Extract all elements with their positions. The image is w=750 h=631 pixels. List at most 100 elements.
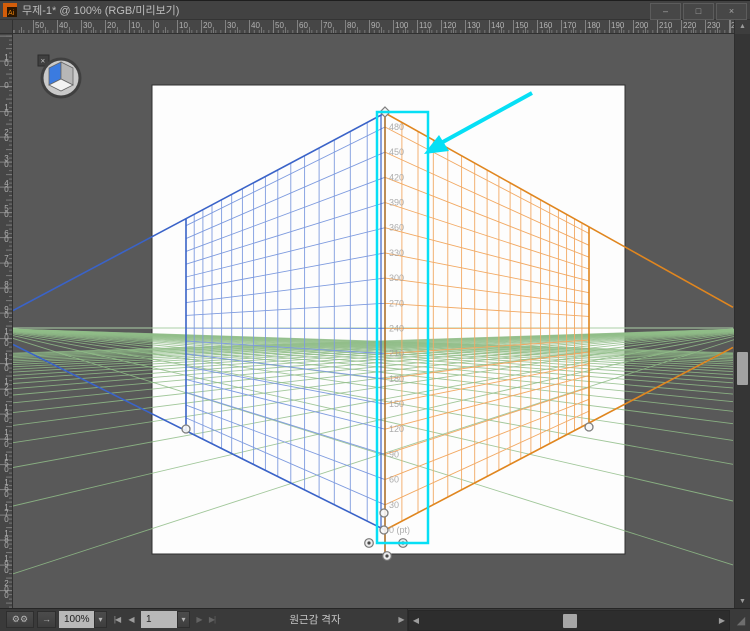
close-button[interactable]: × (716, 3, 747, 20)
grid-handle[interactable] (584, 422, 594, 432)
ruler-label: 50 (275, 21, 284, 30)
minimize-button[interactable]: – (650, 3, 681, 20)
app-icon: Ai (3, 3, 17, 17)
ruler-label: 230 (707, 21, 721, 30)
canvas[interactable]: 480 450 420 390 360 330 300 270 240 210 180 150 120 9… (13, 34, 734, 608)
ruler-label: 90 (4, 304, 9, 320)
measure-label: 240 (389, 324, 404, 334)
ruler-label: 120 (4, 377, 9, 399)
chevron-down-icon: ▾ (98, 615, 103, 624)
vertical-scrollbar[interactable]: ▼ (734, 34, 750, 608)
ruler-label: 160 (4, 478, 9, 500)
ruler-label: 130 (467, 21, 481, 30)
grid-handle-dot (385, 554, 389, 558)
ruler-origin-corner[interactable] (0, 20, 13, 34)
grid-handle[interactable] (379, 508, 389, 518)
vertical-scroll-thumb[interactable] (737, 352, 748, 385)
scroll-right-button[interactable]: ▶ (716, 611, 728, 630)
canvas-area[interactable]: 480 450 420 390 360 330 300 270 240 210 180 150 120 9… (13, 34, 734, 608)
status-menu-button[interactable]: ▶ (394, 611, 408, 628)
artboard-number-field[interactable]: 1 (141, 611, 177, 628)
ruler-label: 30 (4, 153, 9, 169)
export-arrow-icon: → (42, 614, 51, 624)
measure-label: 90 (389, 449, 399, 459)
ruler-label: 30 (83, 21, 92, 30)
svg-text:Ai: Ai (8, 10, 15, 17)
ruler-label: 140 (4, 427, 9, 449)
ruler-label: 130 (4, 402, 9, 424)
ruler-label: 10 (4, 52, 9, 68)
ruler-label: 220 (683, 21, 697, 30)
measure-label: 30 (389, 500, 399, 510)
chevron-down-icon: ▾ (181, 615, 186, 624)
ruler-label: 110 (4, 352, 9, 374)
previous-artboard-button[interactable]: ◀ (124, 611, 138, 628)
ruler-label: 80 (4, 279, 9, 295)
vertical-ruler[interactable]: 1001020304050607080901001101201301401501… (0, 34, 13, 608)
last-artboard-button[interactable]: ▶| (205, 611, 219, 628)
ruler-label: 170 (563, 21, 577, 30)
measure-label: 120 (389, 424, 404, 434)
ruler-label: 60 (4, 229, 9, 245)
ruler-label: 140 (491, 21, 505, 30)
horizontal-ruler[interactable]: 50 40 30 20 10 0 10 20 30 40 50 60 70 80 90 100 110 120 13… (13, 20, 734, 34)
status-bar: ⚙⚙ → 100% ▾ |◀ ◀ 1 ▾ ▶ ▶| 원근감 격자 ▶ ◀ ▶ ◢ (0, 608, 750, 631)
measure-label: 270 (389, 298, 404, 308)
grid-handle-dot (367, 541, 371, 545)
illustrator-window: Ai 무제-1* @ 100% (RGB/미리보기) – □ × 50 40 30 2… (0, 0, 750, 631)
ruler-label: 180 (587, 21, 601, 30)
horizontal-scroll-thumb[interactable] (563, 614, 577, 628)
grid-handle[interactable] (181, 424, 191, 434)
ruler-label: 190 (611, 21, 625, 30)
ruler-label: 20 (203, 21, 212, 30)
horizontal-scrollbar[interactable]: ◀ ▶ (408, 610, 730, 631)
ruler-label: 60 (299, 21, 308, 30)
resize-grip-icon[interactable]: ◢ (733, 611, 749, 631)
ruler-label: 110 (419, 21, 432, 30)
measure-label: 180 (389, 374, 404, 384)
measure-label: 450 (389, 147, 404, 157)
ruler-label: 120 (443, 21, 457, 30)
ruler-label: 100 (4, 327, 9, 348)
title-bar: Ai 무제-1* @ 100% (RGB/미리보기) – □ × (0, 0, 750, 20)
ruler-label: 0 (4, 81, 9, 90)
widget-close-icon[interactable]: × (41, 57, 46, 66)
scroll-down-button[interactable]: ▼ (735, 596, 750, 608)
ruler-label: 190 (4, 553, 9, 575)
measure-label: 480 (389, 122, 404, 132)
ruler-label: 50 (35, 21, 44, 30)
ruler-label: 150 (515, 21, 529, 30)
measure-label: 390 (389, 198, 404, 208)
ruler-label: 100 (395, 21, 409, 30)
ruler-label: 50 (4, 204, 9, 219)
ruler-label: 80 (347, 21, 356, 30)
measure-label: 0 (pt) (389, 525, 410, 535)
artboard-dropdown-button[interactable]: ▾ (177, 611, 190, 628)
scroll-left-button[interactable]: ◀ (410, 611, 422, 630)
measure-label: 300 (389, 273, 404, 283)
measure-label: 210 (389, 349, 404, 359)
scroll-up-button[interactable]: ▲ (734, 20, 750, 34)
zoom-level-field[interactable]: 100% (59, 611, 94, 628)
ruler-label: 40 (4, 178, 9, 194)
ruler-label: 40 (251, 21, 260, 30)
zoom-dropdown-button[interactable]: ▾ (94, 611, 107, 628)
ruler-label: 180 (4, 528, 9, 550)
ruler-label: 200 (635, 21, 649, 30)
plane-switching-widget[interactable]: × (37, 54, 82, 99)
maximize-button[interactable]: □ (683, 3, 714, 20)
ruler-label: 0 (155, 21, 160, 30)
export-button[interactable]: → (37, 611, 56, 628)
tools-gear-button[interactable]: ⚙⚙ (6, 611, 34, 628)
ruler-label: 150 (4, 453, 9, 474)
next-artboard-button[interactable]: ▶ (192, 611, 206, 628)
measure-label: 60 (389, 475, 399, 485)
ruler-label: 10 (179, 21, 188, 30)
ruler-label: 170 (4, 503, 9, 525)
grid-handle[interactable] (379, 525, 389, 535)
ruler-label: 210 (659, 21, 673, 30)
gear-icon: ⚙⚙ (11, 614, 29, 624)
ruler-label: 20 (107, 21, 116, 30)
measure-label: 330 (389, 248, 404, 258)
first-artboard-button[interactable]: |◀ (110, 611, 124, 628)
